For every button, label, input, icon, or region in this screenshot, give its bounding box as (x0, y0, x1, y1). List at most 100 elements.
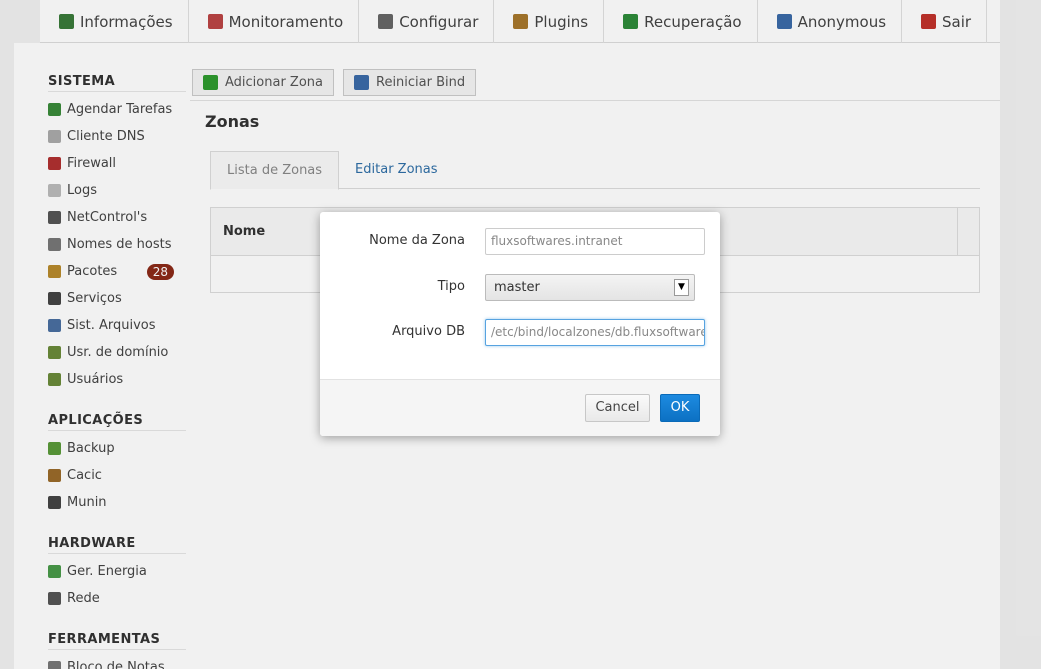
plus-icon (203, 75, 218, 90)
sidebar-item-label: Sist. Arquivos (67, 318, 156, 333)
chart-icon (59, 14, 74, 29)
notepad-icon (48, 661, 61, 669)
document-icon (48, 184, 61, 197)
book-icon (48, 130, 61, 143)
add-zone-dialog: Nome da Zona fluxsoftwares.intranet Tipo… (320, 212, 720, 436)
nav-item-box[interactable]: Plugins (494, 0, 605, 43)
restart-icon (354, 75, 369, 90)
dialog-footer: Cancel OK (320, 379, 720, 436)
chevron-down-icon[interactable]: ▼ (674, 279, 689, 296)
nav-item-label: Recuperação (644, 12, 742, 31)
sidebar-item[interactable]: Nomes de hosts (48, 231, 190, 258)
nav-item-close[interactable]: Sair (902, 0, 988, 43)
type-select-value: master (494, 280, 540, 295)
sidebar-section-title: APLICAÇÕES (48, 413, 186, 431)
db-file-label: Arquivo DB (392, 324, 465, 339)
sidebar-item-label: Backup (67, 441, 115, 456)
sidebar-item[interactable]: Rede (48, 585, 190, 612)
tab-zone-list[interactable]: Lista de Zonas (210, 151, 340, 190)
nav-item-restore[interactable]: Recuperação (604, 0, 758, 43)
nav-item-pulse[interactable]: Monitoramento (189, 0, 360, 43)
network-icon (48, 238, 61, 251)
db-file-input[interactable]: /etc/bind/localzones/db.fluxsoftwares.in… (485, 319, 705, 346)
sidebar-item-label: Logs (67, 183, 97, 198)
sidebar-item-label: Pacotes (67, 264, 118, 279)
sidebar-section-title: SISTEMA (48, 74, 186, 92)
sidebar-item-label: Agendar Tarefas (67, 102, 173, 117)
restore-icon (623, 14, 639, 29)
db-file-row: Arquivo DB /etc/bind/localzones/db.fluxs… (320, 319, 720, 346)
sidebar-section: HARDWARE Ger. Energia Rede (48, 536, 190, 612)
sidebar-section: FERRAMENTAS Bloco de Notas (48, 632, 190, 669)
sidebar-item-label: Cliente DNS (67, 129, 145, 144)
sidebar-item[interactable]: Ger. Energia (48, 558, 190, 585)
sidebar-section-title: HARDWARE (48, 536, 186, 554)
sidebar-item[interactable]: Backup (48, 435, 190, 462)
sidebar-item-label: Serviços (67, 291, 122, 306)
cancel-button[interactable]: Cancel (585, 394, 650, 422)
sidebar-item-label: Bloco de Notas (67, 660, 165, 669)
sidebar-item[interactable]: NetControl's (48, 204, 190, 231)
column-divider (957, 208, 958, 256)
sidebar-item[interactable]: Logs (48, 177, 190, 204)
sidebar-item[interactable]: Agendar Tarefas (48, 96, 190, 123)
nav-item-label: Monitoramento (228, 12, 344, 31)
monitor-icon (48, 211, 61, 224)
nav-item-tools[interactable]: Configurar (359, 0, 495, 43)
nav-item-user[interactable]: Anonymous (758, 0, 903, 43)
sidebar-item-label: Nomes de hosts (67, 237, 172, 252)
page-title: Zonas (205, 112, 260, 131)
sidebar-item-label: NetControl's (67, 210, 148, 225)
type-select[interactable]: master ▼ (485, 274, 695, 301)
nav-item-label: Configurar (399, 12, 479, 31)
column-header-name[interactable]: Nome (223, 224, 265, 239)
backup-icon (48, 442, 61, 455)
type-row: Tipo master ▼ (320, 274, 720, 301)
nav-item-label: Plugins (534, 12, 589, 31)
disk-icon (48, 319, 61, 332)
restart-bind-label: Reiniciar Bind (376, 75, 466, 90)
nav-item-label: Informações (80, 12, 173, 31)
sidebar-item-label: Ger. Energia (67, 564, 147, 579)
sidebar-item[interactable]: Sist. Arquivos (48, 312, 190, 339)
ok-button[interactable]: OK (660, 394, 700, 422)
zone-name-input[interactable]: fluxsoftwares.intranet (485, 228, 705, 255)
pulse-icon (207, 14, 223, 29)
chest-icon (48, 469, 61, 482)
nav-item-label: Anonymous (797, 12, 887, 31)
sidebar-item[interactable]: Bloco de Notas (48, 654, 190, 669)
sidebar-item[interactable]: Cacic (48, 462, 190, 489)
sidebar-item[interactable]: Serviços (48, 285, 190, 312)
add-zone-label: Adicionar Zona (225, 75, 323, 90)
nav-item-label: Sair (942, 12, 972, 31)
graph-icon (48, 496, 61, 509)
user-icon (776, 14, 792, 29)
box-icon (513, 14, 529, 29)
server-icon (48, 292, 61, 305)
sidebar-item[interactable]: Firewall (48, 150, 190, 177)
sidebar-item[interactable]: Cliente DNS (48, 123, 190, 150)
divider (190, 100, 1000, 101)
sidebar: SISTEMA Agendar Tarefas Cliente DNS Firewal… (14, 43, 190, 669)
add-zone-button[interactable]: Adicionar Zona (192, 69, 334, 96)
sidebar-item[interactable]: Usr. de domínio (48, 339, 190, 366)
nav-item-chart[interactable]: Informações (40, 0, 189, 43)
tools-icon (378, 14, 394, 29)
sidebar-item[interactable]: Pacotes 28 (48, 258, 190, 285)
close-icon (921, 14, 937, 29)
sidebar-item-label: Usuários (67, 372, 124, 387)
battery-icon (48, 565, 61, 578)
sidebar-item[interactable]: Munin (48, 489, 190, 516)
type-label: Tipo (437, 279, 465, 294)
users-icon (48, 373, 61, 386)
wall-icon (48, 157, 61, 170)
sidebar-item-label: Firewall (67, 156, 117, 171)
toolbar: Adicionar Zona Reiniciar Bind (192, 69, 477, 96)
sidebar-section: APLICAÇÕES Backup Cacic Munin (48, 413, 190, 516)
restart-bind-button[interactable]: Reiniciar Bind (343, 69, 477, 96)
sidebar-item[interactable]: Usuários (48, 366, 190, 393)
sidebar-item-label: Rede (67, 591, 100, 606)
tab-edit-zones[interactable]: Editar Zonas (339, 151, 453, 188)
top-navigation: Informações Monitoramento Configurar Plugin… (40, 0, 1000, 43)
zone-name-label: Nome da Zona (369, 233, 465, 248)
